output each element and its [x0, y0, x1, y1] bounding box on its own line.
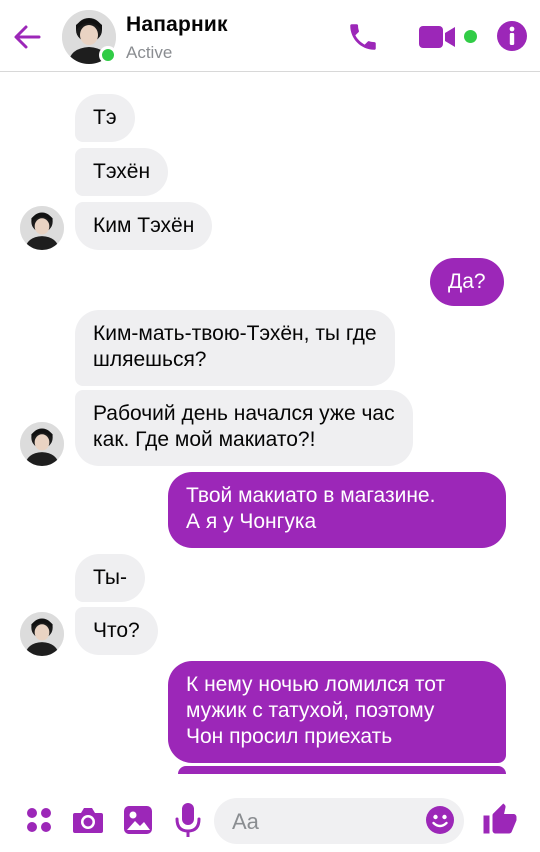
message-bubble[interactable]: Что?: [75, 607, 158, 655]
message-bubble[interactable]: Тэхён: [75, 148, 169, 196]
message-line: Чон просил приехать: [186, 725, 393, 748]
sender-avatar[interactable]: [20, 422, 64, 466]
message-bubble[interactable]: Твой макиато в магазине. А я у Чонгука: [168, 472, 506, 548]
message-line: шляешься?: [93, 348, 207, 371]
back-button[interactable]: [10, 20, 44, 54]
microphone-icon: [175, 803, 201, 837]
message-bubble[interactable]: Ким Тэхён: [75, 202, 213, 250]
camera-icon: [73, 808, 103, 833]
video-call-button[interactable]: [416, 20, 458, 54]
gallery-button[interactable]: [120, 802, 156, 838]
thumbs-up-icon: [483, 803, 517, 834]
message-line: А я у Чонгука: [186, 510, 317, 533]
message-line: Рабочий день начался уже час: [93, 402, 395, 425]
message-bubble[interactable]: Ты-: [75, 554, 145, 602]
message-line: Твой макиато в магазине.: [186, 484, 436, 507]
message-bubble[interactable]: Ким-мать-твою-Тэхён, ты где шляешься?: [75, 310, 395, 386]
contact-name[interactable]: Напарник: [126, 13, 228, 37]
sender-avatar[interactable]: [20, 612, 64, 656]
like-button[interactable]: [480, 800, 520, 840]
message-line: Ким-мать-твою-Тэхён, ты где: [93, 322, 377, 345]
info-button[interactable]: [495, 19, 529, 53]
message-line: мужик с татухой, поэтому: [186, 699, 435, 722]
message-bubble[interactable]: Да?: [430, 258, 504, 306]
message-line: К нему ночью ломился тот: [186, 673, 446, 696]
message-line: как. Где мой макиато?!: [93, 428, 316, 451]
chat-header: Напарник Active: [0, 0, 540, 72]
apps-button[interactable]: [22, 803, 56, 837]
info-icon: [497, 21, 527, 51]
video-camera-icon: [419, 26, 455, 48]
message-input-placeholder: Aa: [232, 809, 259, 834]
image-icon: [124, 806, 152, 834]
phone-icon: [350, 24, 376, 50]
sender-avatar[interactable]: [20, 206, 64, 250]
apps-grid-icon: [27, 808, 51, 832]
emoji-button[interactable]: [424, 804, 456, 836]
emoji-icon: [426, 806, 454, 834]
message-bubble[interactable]: Рабочий день начался уже час как. Где мо…: [75, 390, 413, 466]
camera-button[interactable]: [70, 803, 106, 837]
message-bubble[interactable]: Тэ: [75, 94, 135, 142]
arrow-left-icon: [14, 25, 41, 49]
message-bubble[interactable]: К нему ночью ломился тот мужик с татухой…: [168, 661, 506, 763]
voice-button[interactable]: [170, 800, 206, 840]
call-button[interactable]: [344, 18, 382, 56]
contact-status: Active: [126, 43, 173, 62]
video-active-indicator: [464, 30, 477, 43]
online-indicator: [99, 46, 117, 64]
